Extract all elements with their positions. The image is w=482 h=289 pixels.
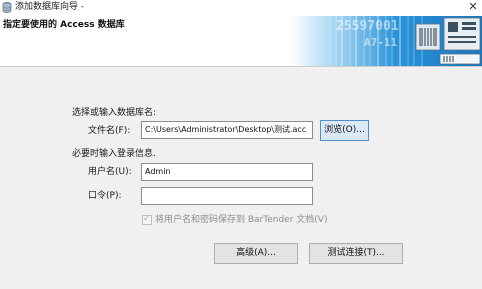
checkmark-icon: ✓ [143,214,151,224]
database-app-icon [2,2,12,13]
page-title: 指定要使用的 Access 数据库 [3,20,125,30]
database-section-label: 选择或输入数据库名: [72,108,157,118]
save-credentials-label: 将用户名和密码保存到 BarTender 文档(V) [155,215,328,225]
svg-text:A7-11: A7-11 [364,36,397,49]
barcode-banner-image: 25597001 A7-11 [290,16,482,66]
username-input[interactable]: Admin [141,163,313,181]
username-label: 用户名(U): [88,167,132,177]
password-label: 口令(P): [88,191,122,201]
window-title: 添加数据库向导 - [15,2,85,12]
file-name-input[interactable]: C:\Users\Administrator\Desktop\测试.acc [141,121,313,139]
close-icon[interactable]: ✕ [467,0,479,14]
test-connection-button[interactable]: 测试连接(T)... [309,243,403,264]
wizard-header: 指定要使用的 Access 数据库 25597001 A7-11 [0,16,482,67]
advanced-button[interactable]: 高级(A)... [214,243,298,264]
login-info-label: 必要时输入登录信息. [72,149,156,159]
svg-text:25597001: 25597001 [336,19,399,34]
file-name-label: 文件名(F): [88,126,131,136]
title-bar: 添加数据库向导 - ✕ [0,0,482,16]
password-input[interactable] [141,187,313,205]
save-credentials-checkbox[interactable]: ✓ [142,214,152,225]
browse-button[interactable]: 浏览(O)... [320,120,369,141]
